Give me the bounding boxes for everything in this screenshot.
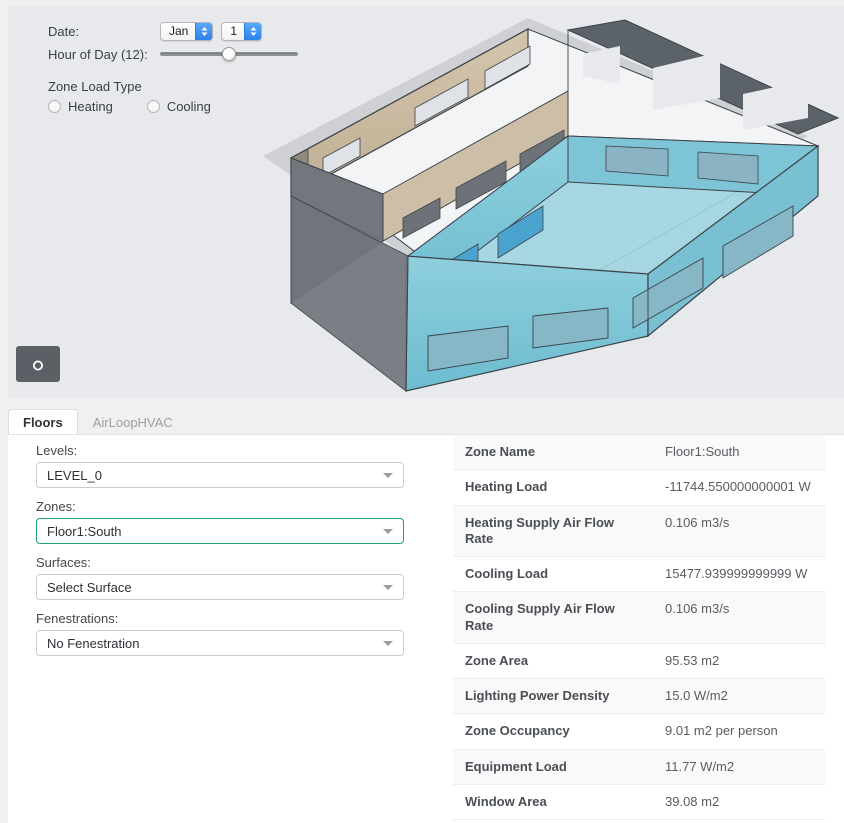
tab-floors[interactable]: Floors <box>8 409 78 435</box>
table-row: Cooling Supply Air Flow Rate 0.106 m3/s <box>453 591 825 644</box>
table-row: Equipment Load 11.77 W/m2 <box>453 749 825 785</box>
table-row: Window Area 39.08 m2 <box>453 784 825 820</box>
hour-row: Hour of Day (12): <box>48 43 298 65</box>
property-key: Heating Load <box>465 479 548 495</box>
details-panel: Levels: LEVEL_0 Zones: Floor1:South Surf… <box>8 434 844 823</box>
property-key: Zone Area <box>465 652 529 668</box>
field-fenestrations: Fenestrations: No Fenestration <box>36 611 416 656</box>
property-value: -11744.550000000001 W <box>665 479 811 495</box>
tab-bar: Floors AirLoopHVAC <box>8 409 844 435</box>
tab-airloophvac-label: AirLoopHVAC <box>92 414 173 430</box>
selection-form: Levels: LEVEL_0 Zones: Floor1:South Surf… <box>36 443 416 667</box>
property-key: Cooling Load <box>465 566 549 581</box>
chevron-down-icon <box>383 473 393 478</box>
model-viewport[interactable]: Date: Jan 1 Hour of Day (12): Zone Load … <box>8 6 844 398</box>
radio-heating[interactable]: Heating <box>48 99 113 114</box>
zone-properties-table: Zone Name Floor1:South Heating Load -11744.… <box>453 435 825 820</box>
slider-thumb[interactable] <box>222 47 236 61</box>
radio-cooling[interactable]: Cooling <box>146 99 211 114</box>
property-value: 15477.939999999999 W <box>665 566 808 581</box>
levels-dropdown[interactable]: LEVEL_0 <box>36 462 404 488</box>
zones-dropdown[interactable]: Floor1:South <box>36 518 404 544</box>
zones-label: Zones: <box>36 499 76 514</box>
day-select[interactable]: 1 <box>221 21 263 41</box>
day-stepper-icon[interactable] <box>244 22 262 40</box>
hour-of-day-label: Hour of Day (12): <box>48 46 148 62</box>
hour-of-day-slider[interactable] <box>160 44 298 64</box>
property-key: Zone Occupancy <box>465 723 570 739</box>
property-key: Zone Name <box>465 444 536 459</box>
surfaces-dropdown[interactable]: Select Surface <box>36 574 404 600</box>
fenestrations-value: No Fenestration <box>47 635 140 651</box>
table-row: Zone Area 95.53 m2 <box>453 643 825 679</box>
chevron-down-icon <box>383 585 393 590</box>
zone-load-type-radio-group: Heating Cooling <box>48 99 298 114</box>
field-zones: Zones: Floor1:South <box>36 499 416 544</box>
tab-floors-label: Floors <box>23 414 63 430</box>
fenestrations-label: Fenestrations: <box>36 611 119 626</box>
field-levels: Levels: LEVEL_0 <box>36 443 416 488</box>
table-row: Lighting Power Density 15.0 W/m2 <box>453 678 825 714</box>
property-key: Cooling Supply Air Flow Rate <box>465 601 615 633</box>
levels-label: Levels: <box>36 443 78 458</box>
zone-load-type-label: Zone Load Type <box>48 79 142 94</box>
table-row: Zone Occupancy 9.01 m2 per person <box>453 713 825 749</box>
property-key: Lighting Power Density <box>465 688 610 703</box>
day-value: 1 <box>230 24 238 38</box>
selected-zone-south-wall[interactable] <box>405 255 649 392</box>
property-value: 0.106 m3/s <box>665 601 730 617</box>
property-key: Equipment Load <box>465 758 567 774</box>
table-row: Heating Supply Air Flow Rate 0.106 m3/s <box>453 505 825 557</box>
property-value: Floor1:South <box>665 444 740 459</box>
table-row: Zone Name Floor1:South <box>453 435 825 470</box>
radio-heating-label: Heating <box>68 99 113 114</box>
date-label: Date: <box>48 23 80 39</box>
tab-airloophvac[interactable]: AirLoopHVAC <box>78 409 188 435</box>
camera-icon[interactable] <box>16 346 60 382</box>
radio-cooling-label: Cooling <box>166 99 211 114</box>
field-surfaces: Surfaces: Select Surface <box>36 555 416 600</box>
chevron-down-icon <box>383 529 393 534</box>
property-value: 9.01 m2 per person <box>665 723 778 739</box>
property-value: 11.77 W/m2 <box>665 758 735 774</box>
surfaces-label: Surfaces: <box>36 555 91 570</box>
chevron-down-icon <box>383 641 393 646</box>
table-row: Heating Load -11744.550000000001 W <box>453 469 825 505</box>
property-value: 0.106 m3/s <box>665 514 730 530</box>
property-value: 95.53 m2 <box>665 652 720 668</box>
levels-value: LEVEL_0 <box>47 467 102 483</box>
fenestrations-dropdown[interactable]: No Fenestration <box>36 630 404 656</box>
property-key: Window Area <box>465 793 547 809</box>
table-row: Cooling Load 15477.939999999999 W <box>453 556 825 592</box>
month-stepper-icon[interactable] <box>195 22 213 40</box>
month-select[interactable]: Jan <box>160 21 214 41</box>
app-root: Date: Jan 1 Hour of Day (12): Zone Load … <box>0 0 844 823</box>
property-value: 15.0 W/m2 <box>665 688 728 703</box>
radio-cooling-dot[interactable] <box>146 100 160 113</box>
property-value: 39.08 m2 <box>665 793 720 809</box>
radio-heating-dot[interactable] <box>48 100 61 113</box>
month-value: Jan <box>169 24 189 38</box>
property-key: Heating Supply Air Flow Rate <box>465 514 615 546</box>
surfaces-value: Select Surface <box>47 579 132 595</box>
zones-value: Floor1:South <box>47 523 122 539</box>
date-row: Date: Jan 1 <box>48 20 298 42</box>
viewport-controls: Date: Jan 1 Hour of Day (12): Zone Load … <box>8 6 298 114</box>
